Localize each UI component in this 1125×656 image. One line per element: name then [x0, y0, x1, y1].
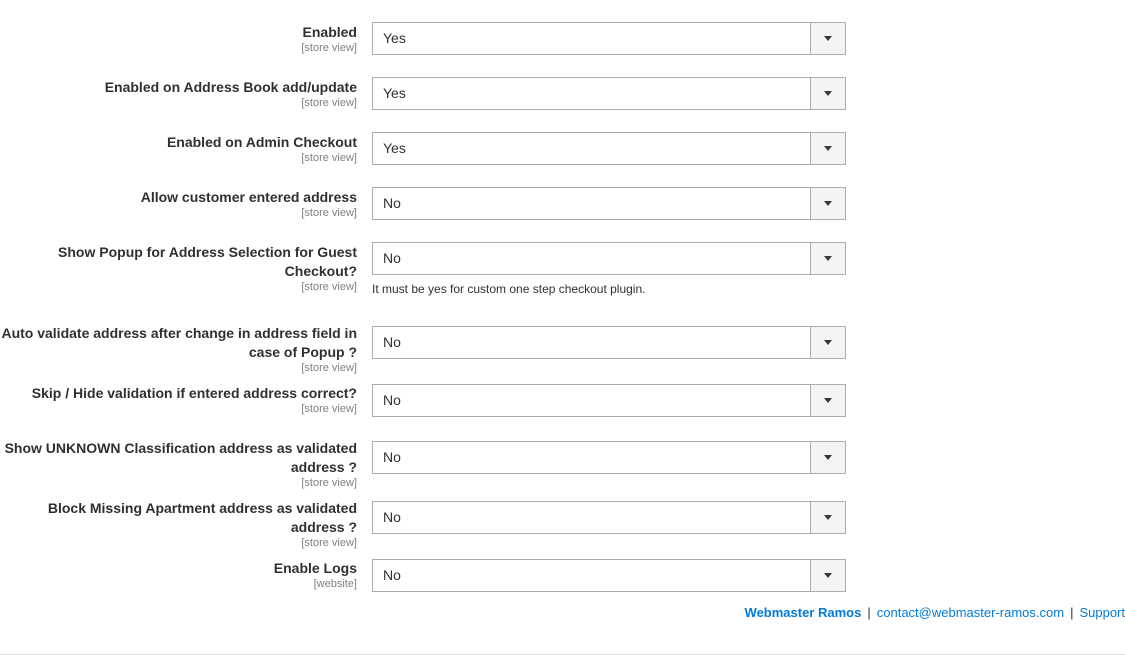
- field-label: Skip / Hide validation if entered addres…: [0, 384, 357, 416]
- field-note: It must be yes for custom one step check…: [372, 282, 646, 296]
- dropdown-button[interactable]: [810, 23, 845, 54]
- select-value: No: [383, 195, 401, 211]
- select-value: No: [383, 509, 401, 525]
- dropdown-button[interactable]: [810, 327, 845, 358]
- select-value: No: [383, 334, 401, 350]
- scope-label: [store view]: [301, 537, 357, 549]
- separator: |: [1070, 605, 1074, 620]
- scope-label: [store view]: [301, 403, 357, 415]
- select-value: No: [383, 567, 401, 583]
- missing-apartment-select[interactable]: No: [372, 501, 846, 534]
- select-value: No: [383, 449, 401, 465]
- enable-logs-select[interactable]: No: [372, 559, 846, 592]
- scope-label: [store view]: [301, 207, 357, 219]
- field-label: Show UNKNOWN Classification address as v…: [0, 439, 357, 490]
- field-label: Allow customer entered address [store vi…: [0, 188, 357, 220]
- scope-label: [store view]: [301, 281, 357, 293]
- chevron-down-icon: [824, 36, 832, 41]
- dropdown-button[interactable]: [810, 442, 845, 473]
- dropdown-button[interactable]: [810, 188, 845, 219]
- chevron-down-icon: [824, 91, 832, 96]
- brand-link[interactable]: Webmaster Ramos: [745, 605, 862, 620]
- field-label: Enabled on Admin Checkout [store view]: [0, 133, 357, 165]
- select-value: Yes: [383, 30, 406, 46]
- dropdown-button[interactable]: [810, 243, 845, 274]
- unknown-classification-select[interactable]: No: [372, 441, 846, 474]
- field-label-text: Enabled: [302, 24, 357, 40]
- field-label: Enabled on Address Book add/update [stor…: [0, 78, 357, 110]
- field-label: Enable Logs [website]: [0, 559, 357, 591]
- dropdown-button[interactable]: [810, 560, 845, 591]
- chevron-down-icon: [824, 515, 832, 520]
- field-label-text: Allow customer entered address: [140, 189, 357, 205]
- field-label-text: Enabled on Admin Checkout: [166, 134, 357, 150]
- admin-checkout-select[interactable]: Yes: [372, 132, 846, 165]
- scope-label: [website]: [313, 578, 357, 590]
- address-book-select[interactable]: Yes: [372, 77, 846, 110]
- dropdown-button[interactable]: [810, 502, 845, 533]
- field-label-text: Enabled on Address Book add/update: [104, 79, 357, 95]
- chevron-down-icon: [824, 256, 832, 261]
- dropdown-button[interactable]: [810, 385, 845, 416]
- chevron-down-icon: [824, 398, 832, 403]
- email-link[interactable]: contact@webmaster-ramos.com: [877, 605, 1064, 620]
- select-value: Yes: [383, 140, 406, 156]
- separator: |: [867, 605, 871, 620]
- customer-entered-select[interactable]: No: [372, 187, 846, 220]
- field-label-text: Skip / Hide validation if entered addres…: [31, 385, 357, 401]
- field-label: Show Popup for Address Selection for Gue…: [0, 243, 357, 294]
- dropdown-button[interactable]: [810, 78, 845, 109]
- enabled-select[interactable]: Yes: [372, 22, 846, 55]
- select-value: No: [383, 392, 401, 408]
- scope-label: [store view]: [301, 152, 357, 164]
- select-value: No: [383, 250, 401, 266]
- scope-label: [store view]: [301, 42, 357, 54]
- scope-label: [store view]: [301, 97, 357, 109]
- auto-validate-select[interactable]: No: [372, 326, 846, 359]
- field-label-text: Auto validate address after change in ad…: [1, 325, 357, 360]
- field-label-text: Show Popup for Address Selection for Gue…: [58, 244, 357, 279]
- select-value: Yes: [383, 85, 406, 101]
- dropdown-button[interactable]: [810, 133, 845, 164]
- chevron-down-icon: [824, 340, 832, 345]
- field-label-text: Block Missing Apartment address as valid…: [47, 500, 357, 535]
- divider: [0, 654, 1125, 655]
- scope-label: [store view]: [301, 362, 357, 374]
- skip-validation-select[interactable]: No: [372, 384, 846, 417]
- field-label: Enabled [store view]: [0, 23, 357, 55]
- field-label-text: Enable Logs: [273, 560, 357, 576]
- field-label: Block Missing Apartment address as valid…: [0, 499, 357, 550]
- footer-links: Webmaster Ramos | contact@webmaster-ramos.…: [745, 604, 1125, 621]
- guest-popup-select[interactable]: No: [372, 242, 846, 275]
- chevron-down-icon: [824, 573, 832, 578]
- field-label-text: Show UNKNOWN Classification address as v…: [4, 440, 357, 475]
- chevron-down-icon: [824, 146, 832, 151]
- support-link[interactable]: Support: [1079, 605, 1125, 620]
- chevron-down-icon: [824, 201, 832, 206]
- chevron-down-icon: [824, 455, 832, 460]
- field-label: Auto validate address after change in ad…: [0, 324, 357, 375]
- scope-label: [store view]: [301, 477, 357, 489]
